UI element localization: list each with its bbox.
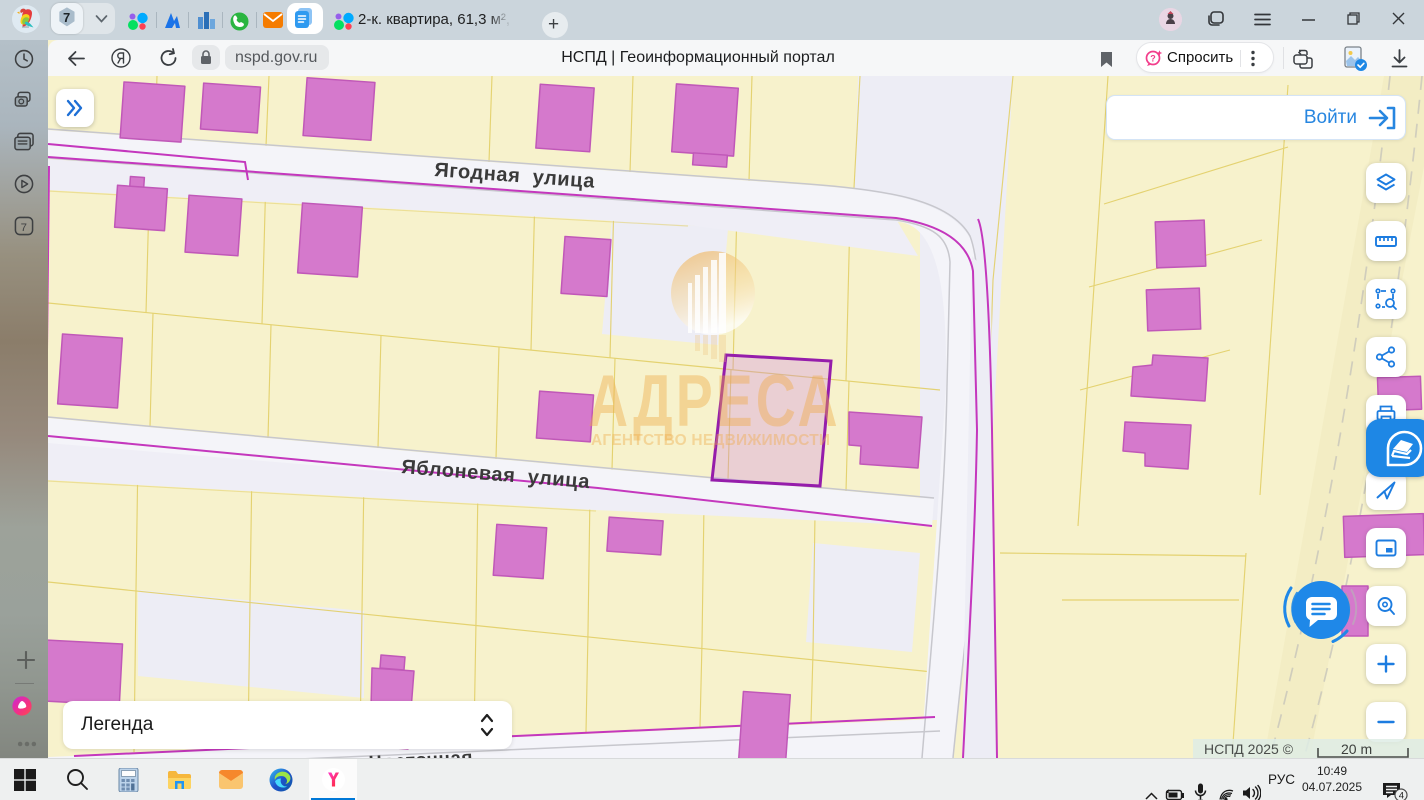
- svg-text:АГЕНТСТВО НЕДВИЖИМОСТИ: АГЕНТСТВО НЕДВИЖИМОСТИ: [591, 432, 830, 449]
- svg-text:АДРЕСА: АДРЕСА: [588, 360, 841, 442]
- svg-text:7: 7: [21, 222, 27, 234]
- svg-text:7: 7: [63, 10, 70, 25]
- svg-text:4: 4: [1399, 791, 1404, 800]
- svg-text:?: ?: [1150, 53, 1156, 63]
